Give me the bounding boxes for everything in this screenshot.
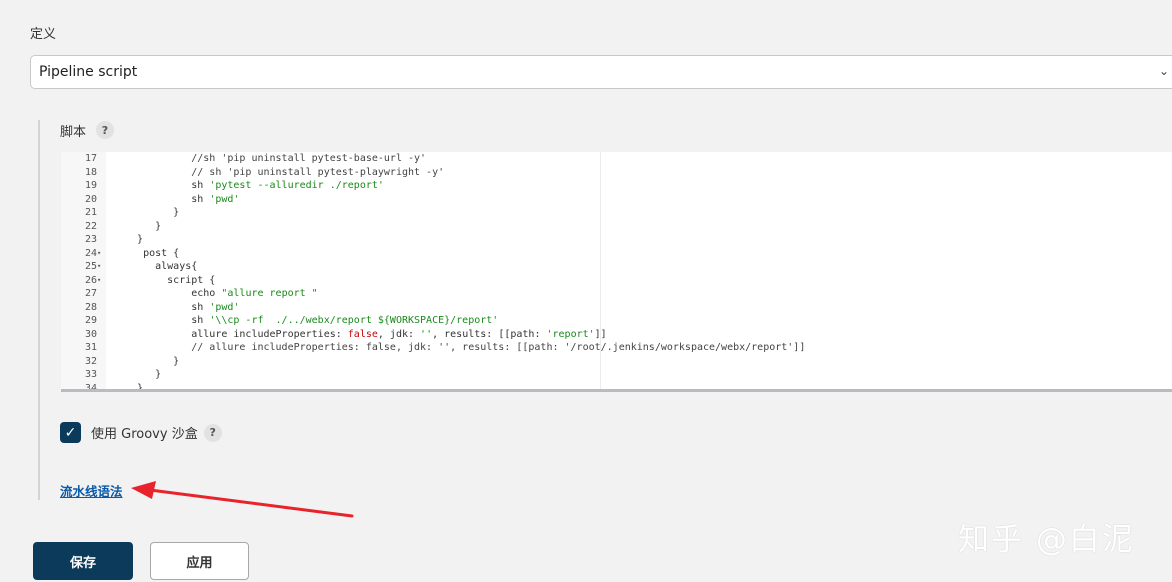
- red-arrow-annotation: [131, 481, 354, 518]
- save-button[interactable]: 保存: [33, 542, 133, 580]
- apply-button[interactable]: 应用: [150, 542, 249, 580]
- zhihu-watermark: 知乎 @白泥: [958, 522, 1135, 558]
